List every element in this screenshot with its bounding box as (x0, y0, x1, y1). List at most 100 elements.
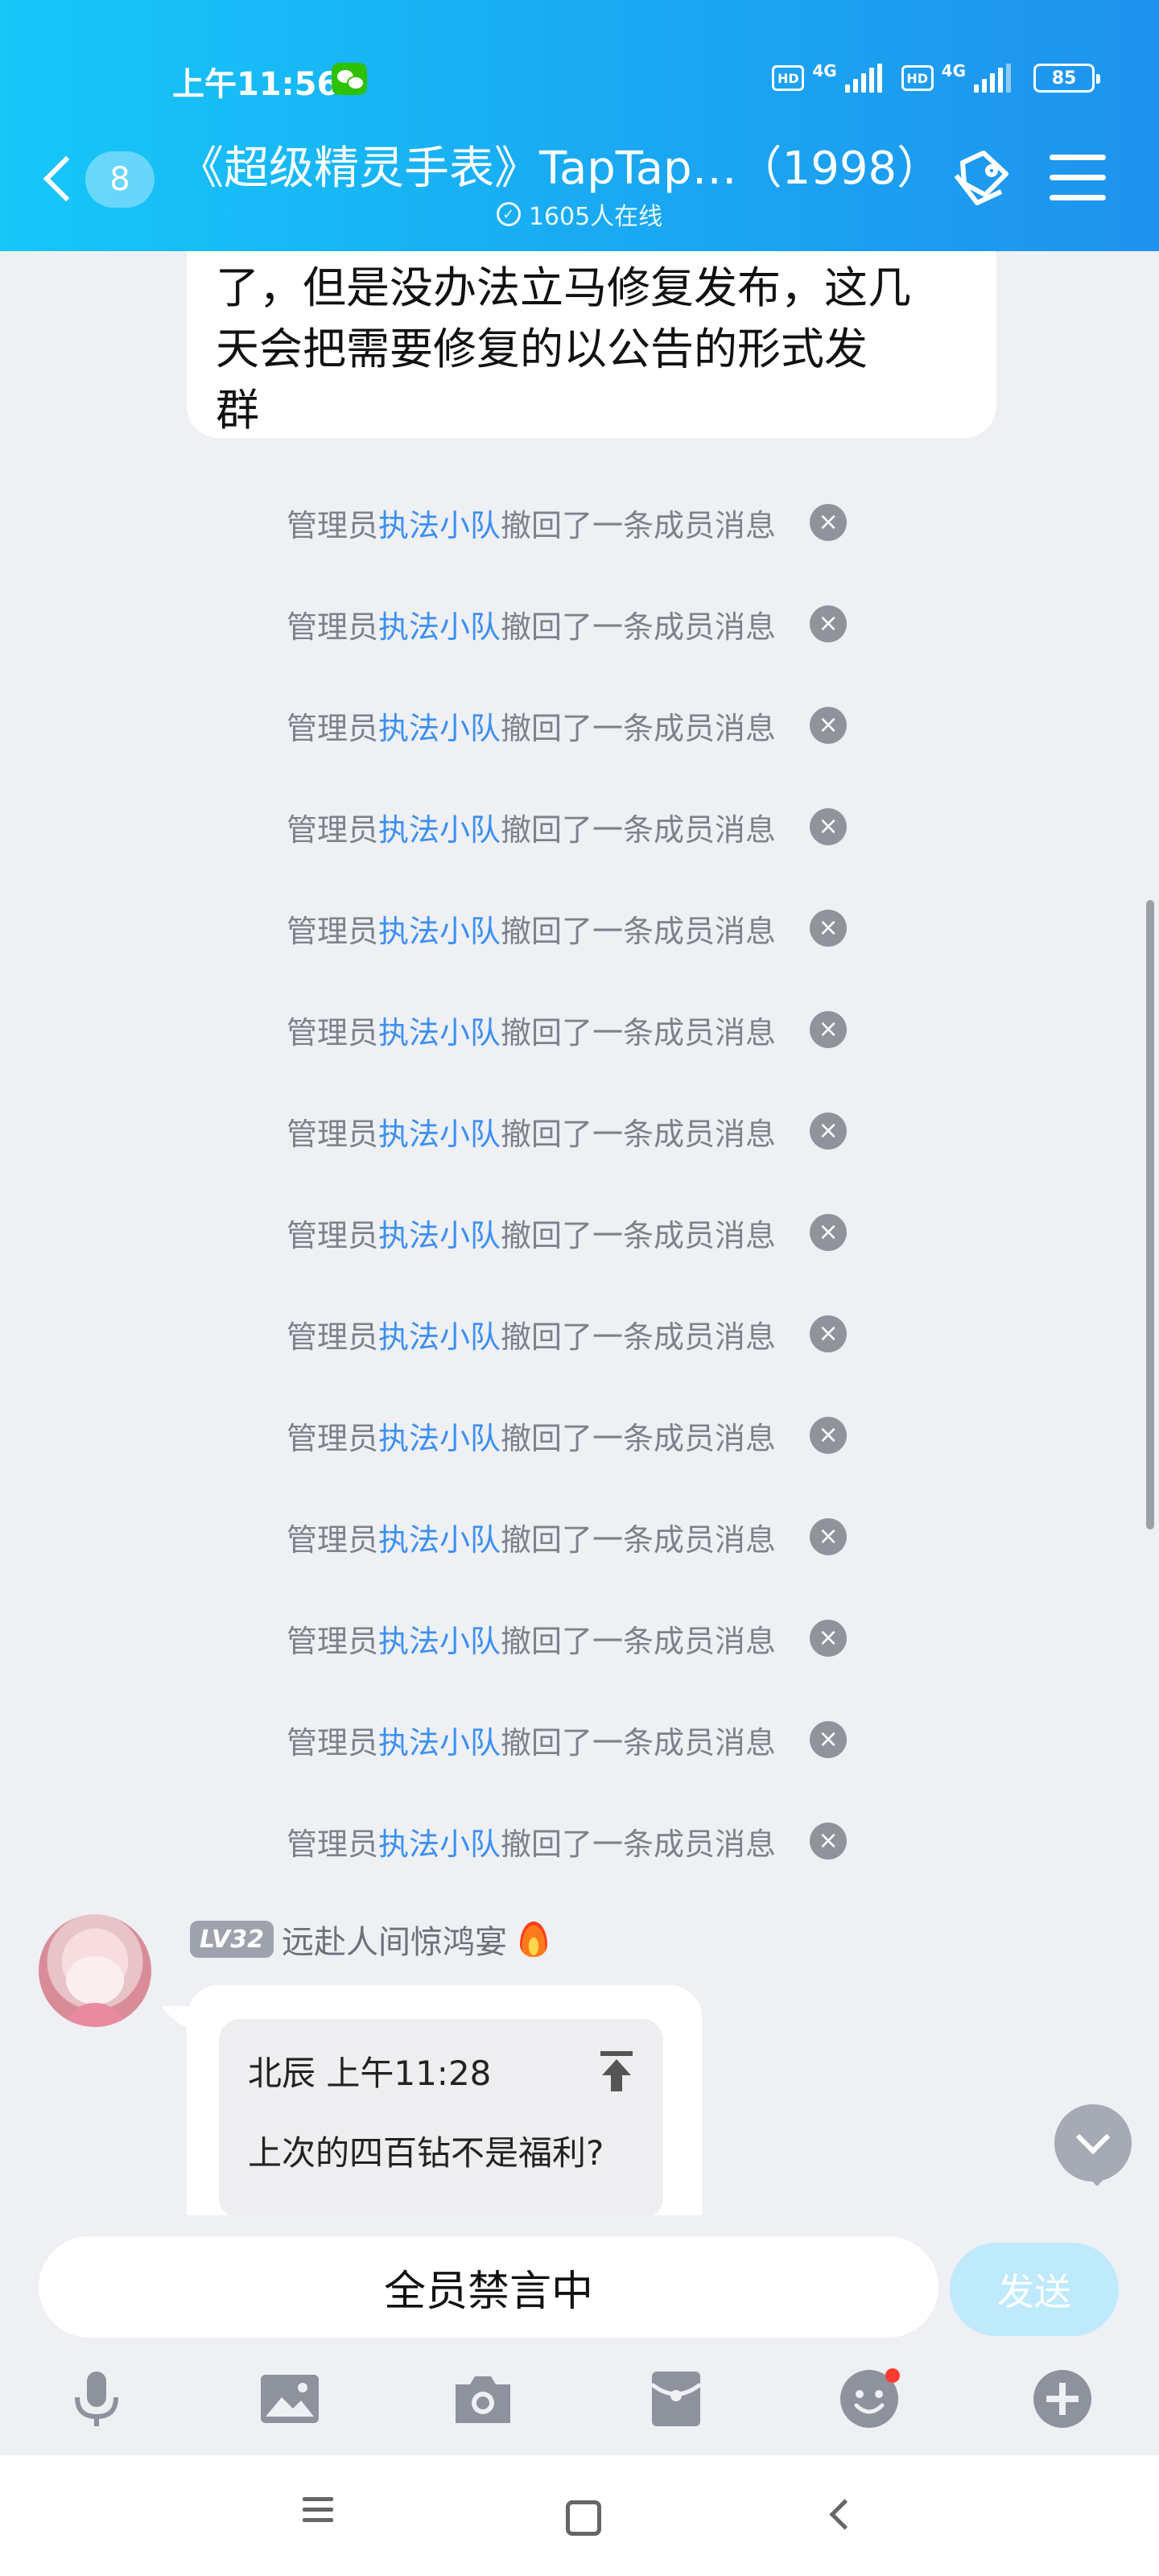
signal-icon-2 (974, 64, 1011, 93)
admin-name-link[interactable]: 执法小队 (378, 1319, 501, 1355)
message-input[interactable]: 全员禁言中 (39, 2236, 938, 2338)
recall-suffix: 撤回了一条成员消息 (501, 1521, 777, 1558)
system-message: 管理员执法小队撤回了一条成员消息 × (0, 573, 1159, 675)
scroll-to-bottom-button[interactable] (1054, 2104, 1132, 2182)
status-indicators: HD 4G HD 4G 85 (772, 58, 1100, 98)
recall-notice: 管理员执法小队撤回了一条成员消息 (287, 1414, 776, 1458)
send-button[interactable]: 发送 (950, 2243, 1119, 2336)
recall-notice: 管理员执法小队撤回了一条成员消息 (287, 1819, 776, 1864)
system-message: 管理员执法小队撤回了一条成员消息 × (0, 1790, 1159, 1892)
admin-name-link[interactable]: 执法小队 (378, 1117, 501, 1152)
recall-notice: 管理员执法小队撤回了一条成员消息 (287, 1008, 776, 1052)
jump-to-top-icon[interactable] (597, 2050, 636, 2093)
close-icon[interactable]: × (810, 1620, 848, 1657)
close-icon[interactable]: × (810, 605, 848, 642)
scrollbar[interactable] (1146, 900, 1154, 1530)
close-icon[interactable]: × (810, 504, 848, 541)
system-message-list: 管理员执法小队撤回了一条成员消息 × 管理员执法小队撤回了一条成员消息 × 管理… (0, 472, 1159, 1892)
recall-prefix: 管理员 (287, 913, 379, 949)
chevron-down-icon (1075, 2120, 1111, 2155)
recall-suffix: 撤回了一条成员消息 (501, 1420, 777, 1456)
close-icon[interactable]: × (810, 1113, 848, 1150)
hd-icon: HD (772, 65, 805, 91)
admin-name-link[interactable]: 执法小队 (378, 711, 501, 746)
menu-icon[interactable] (1050, 155, 1106, 203)
plus-icon[interactable] (1030, 2367, 1095, 2431)
close-icon[interactable]: × (810, 1721, 848, 1758)
menu-icon[interactable] (290, 2491, 346, 2539)
message-line: 了，但是没办法立马修复发布，这几 (216, 262, 911, 313)
close-icon[interactable]: × (810, 1823, 848, 1860)
recall-suffix: 撤回了一条成员消息 (501, 1014, 777, 1051)
quoted-message[interactable]: 北辰 上午11:28 上次的四百钻不是福利? (219, 2019, 663, 2219)
group-title[interactable]: 《超级精灵手表》TapTap…（1998） (179, 132, 942, 197)
back-icon[interactable] (813, 2491, 869, 2539)
admin-name-link[interactable]: 执法小队 (378, 914, 501, 949)
camera-icon[interactable] (451, 2367, 515, 2431)
recall-prefix: 管理员 (287, 507, 379, 543)
sender-name[interactable]: 远赴人间惊鸿宴 (282, 1916, 507, 1963)
system-message: 管理员执法小队撤回了一条成员消息 × (0, 1689, 1159, 1790)
recall-prefix: 管理员 (287, 1116, 379, 1152)
recall-prefix: 管理员 (287, 1420, 379, 1456)
admin-name-link[interactable]: 执法小队 (378, 508, 501, 543)
system-nav-bar (0, 2455, 1159, 2576)
mic-icon[interactable] (64, 2367, 129, 2431)
system-message: 管理员执法小队撤回了一条成员消息 × (0, 1587, 1159, 1689)
system-message: 管理员执法小队撤回了一条成员消息 × (0, 675, 1159, 776)
recall-prefix: 管理员 (287, 1014, 379, 1051)
system-message: 管理员执法小队撤回了一条成员消息 × (0, 979, 1159, 1080)
close-icon[interactable]: × (810, 1214, 848, 1251)
recall-notice: 管理员执法小队撤回了一条成员消息 (287, 1211, 776, 1255)
recall-prefix: 管理员 (287, 811, 379, 848)
admin-name-link[interactable]: 执法小队 (378, 1725, 501, 1761)
sender-info: LV32 远赴人间惊鸿宴 (190, 1916, 547, 1963)
admin-name-link[interactable]: 执法小队 (378, 1015, 501, 1051)
image-icon[interactable] (258, 2367, 322, 2431)
admin-name-link[interactable]: 执法小队 (378, 812, 501, 848)
home-icon[interactable] (551, 2491, 608, 2539)
emoji-icon[interactable] (837, 2367, 901, 2431)
status-time: 上午11:56 (172, 66, 340, 103)
back-arrow-icon (43, 155, 89, 202)
chat-area[interactable]: 了，但是没办法立马修复发布，这几 天会把需要修复的以公告的形式发 群 管理员执法… (0, 251, 1159, 2240)
level-badge: LV32 (190, 1921, 274, 1958)
close-icon[interactable]: × (810, 1011, 848, 1048)
red-packet-icon[interactable] (644, 2367, 708, 2431)
admin-name-link[interactable]: 执法小队 (378, 1827, 501, 1862)
close-icon[interactable]: × (810, 1518, 848, 1555)
recall-notice: 管理员执法小队撤回了一条成员消息 (287, 704, 776, 748)
recall-notice: 管理员执法小队撤回了一条成员消息 (287, 501, 776, 545)
close-icon[interactable]: × (810, 808, 848, 845)
system-message: 管理员执法小队撤回了一条成员消息 × (0, 1385, 1159, 1486)
online-count: 1605人在线 (528, 203, 663, 231)
admin-name-link[interactable]: 执法小队 (378, 1218, 501, 1253)
system-message: 管理员执法小队撤回了一条成员消息 × (0, 1080, 1159, 1182)
signal-icon (844, 64, 882, 93)
close-icon[interactable]: × (810, 707, 848, 744)
close-icon[interactable]: × (810, 1417, 848, 1454)
close-icon[interactable]: × (810, 1315, 848, 1352)
recall-suffix: 撤回了一条成员消息 (501, 1116, 777, 1152)
avatar[interactable] (39, 1914, 151, 2027)
network-type-label: 4G (812, 61, 837, 80)
fire-icon (519, 1922, 547, 1957)
hd-icon-2: HD (901, 65, 934, 91)
admin-name-link[interactable]: 执法小队 (378, 609, 501, 645)
quote-meta: 北辰 上午11:28 (248, 2054, 492, 2093)
admin-name-link[interactable]: 执法小队 (378, 1624, 501, 1659)
recall-notice: 管理员执法小队撤回了一条成员消息 (287, 1312, 776, 1356)
quote-text: 上次的四百钻不是福利? (248, 2133, 604, 2173)
ticket-icon[interactable] (948, 147, 1013, 211)
recall-notice: 管理员执法小队撤回了一条成员消息 (287, 1616, 776, 1661)
network-type-label-2: 4G (941, 61, 966, 80)
admin-name-link[interactable]: 执法小队 (378, 1421, 501, 1456)
admin-name-link[interactable]: 执法小队 (378, 1522, 501, 1558)
reply-message-bubble[interactable]: 北辰 上午11:28 上次的四百钻不是福利? (187, 1985, 702, 2240)
battery-icon: 85 (1033, 64, 1100, 93)
input-toolbar (0, 2352, 1159, 2446)
wechat-notification-icon (332, 63, 367, 95)
recall-prefix: 管理员 (287, 1521, 379, 1558)
close-icon[interactable]: × (810, 910, 848, 947)
online-check-icon: ✓ (496, 202, 521, 226)
